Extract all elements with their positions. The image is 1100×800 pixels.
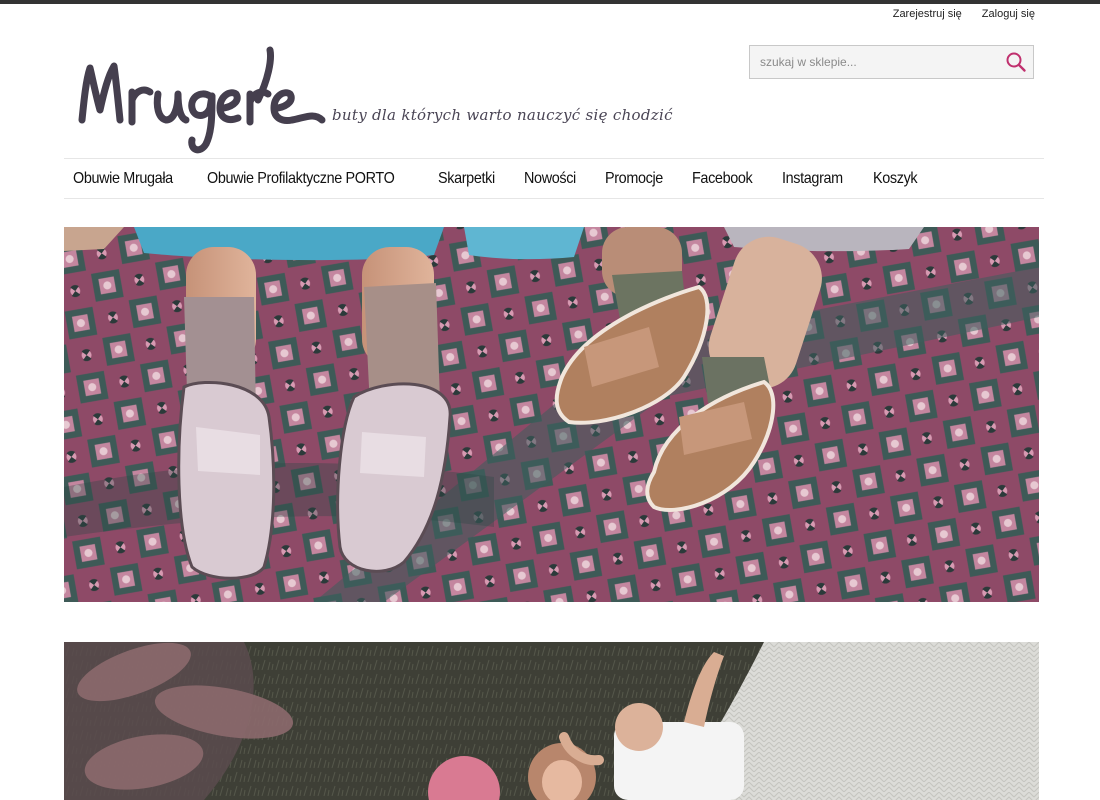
search-input[interactable]	[750, 46, 999, 78]
site-logo[interactable]: buty dla których warto nauczyć się chodz…	[74, 40, 674, 158]
register-link[interactable]: Zarejestruj się	[893, 8, 962, 20]
nav-item-promocje[interactable]: Promocje	[596, 170, 672, 188]
login-link[interactable]: Zaloguj się	[982, 8, 1035, 20]
banner-photo-rug	[64, 227, 1039, 602]
banner-photo-grass	[64, 642, 1039, 800]
nav-item-nowosci[interactable]: Nowości	[515, 170, 585, 188]
search-button[interactable]	[999, 46, 1033, 78]
banner-image-kids-on-grass[interactable]	[64, 642, 1039, 800]
nav-item-obuwie-mrugala[interactable]: Obuwie Mrugała	[64, 170, 182, 188]
search-icon	[1006, 52, 1026, 72]
account-links: Zarejestruj się Zaloguj się	[893, 8, 1035, 20]
nav-item-facebook[interactable]: Facebook	[683, 170, 761, 188]
nav-item-skarpetki[interactable]: Skarpetki	[429, 170, 504, 188]
main-nav: Obuwie Mrugała Obuwie Profilaktyczne POR…	[64, 158, 1044, 199]
top-rule	[0, 0, 1100, 4]
nav-item-koszyk[interactable]: Koszyk	[864, 170, 926, 188]
logo-wordmark	[78, 46, 326, 154]
logo-tagline: buty dla których warto nauczyć się chodz…	[332, 106, 673, 124]
search-box	[749, 45, 1034, 79]
banner-image-shoes-on-rug[interactable]	[64, 227, 1039, 602]
nav-item-obuwie-porto[interactable]: Obuwie Profilaktyczne PORTO	[198, 170, 403, 188]
nav-item-instagram[interactable]: Instagram	[773, 170, 852, 188]
